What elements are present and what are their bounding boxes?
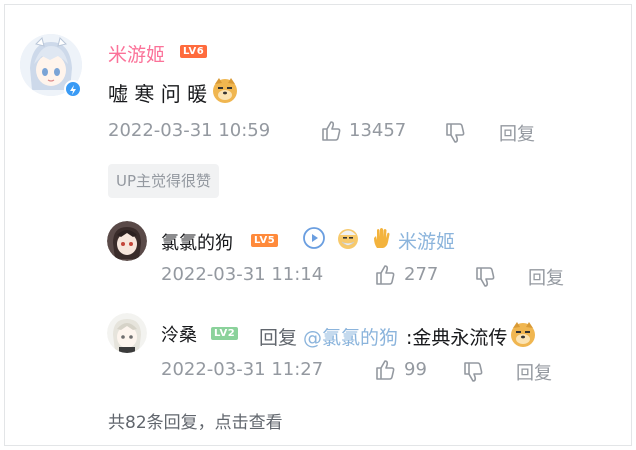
reply-username[interactable]: 氯氯的狗 <box>161 229 233 255</box>
reply-prefix: 回复 <box>259 327 298 349</box>
like-count: 277 <box>404 264 439 285</box>
reply-content-row: 米游姬 <box>302 226 455 254</box>
reply-avatar[interactable] <box>107 313 147 353</box>
dislike-icon[interactable] <box>462 361 484 383</box>
level-badge: LV6 <box>180 45 208 58</box>
dislike-icon[interactable] <box>444 122 466 144</box>
doge-emoji-icon <box>509 320 537 353</box>
dislike-icon[interactable] <box>474 266 496 288</box>
old-man-emoji-icon <box>336 226 360 254</box>
reply-time: 2022-03-31 11:27 <box>161 359 324 380</box>
like-icon[interactable] <box>374 359 396 381</box>
comment-text: 嘘 寒 问 暖 <box>108 82 208 106</box>
reply-time: 2022-03-31 11:14 <box>161 264 324 285</box>
level-badge: LV2 <box>211 327 239 340</box>
like-count: 99 <box>404 359 427 380</box>
verified-icon <box>64 80 82 98</box>
reply-content-row: 回复 @氯氯的狗 :金典永流传 <box>259 320 537 353</box>
reply-button[interactable]: 回复 <box>516 359 552 385</box>
reply-username[interactable]: 泠桑 <box>161 321 197 347</box>
view-more-replies-link[interactable]: 共82条回复，点击查看 <box>108 408 283 433</box>
reply-text: :金典永流传 <box>406 327 508 349</box>
doge-emoji-icon <box>211 76 239 109</box>
comment-username[interactable]: 米游姬 <box>108 40 165 67</box>
comment-time: 2022-03-31 10:59 <box>108 120 271 141</box>
reply-button[interactable]: 回复 <box>499 120 535 146</box>
reply-button[interactable]: 回复 <box>528 264 564 290</box>
like-icon[interactable] <box>320 120 342 142</box>
raised-hand-icon <box>370 226 394 254</box>
play-icon <box>302 226 326 254</box>
comment-text-row: 嘘 寒 问 暖 <box>108 76 239 109</box>
like-icon[interactable] <box>374 264 396 286</box>
up-liked-badge: UP主觉得很赞 <box>108 164 220 198</box>
mention-link[interactable]: 米游姬 <box>398 227 455 254</box>
level-badge: LV5 <box>251 234 279 247</box>
like-count: 13457 <box>349 120 407 141</box>
reply-avatar[interactable] <box>107 221 147 261</box>
mention-link[interactable]: @氯氯的狗 <box>303 323 398 350</box>
